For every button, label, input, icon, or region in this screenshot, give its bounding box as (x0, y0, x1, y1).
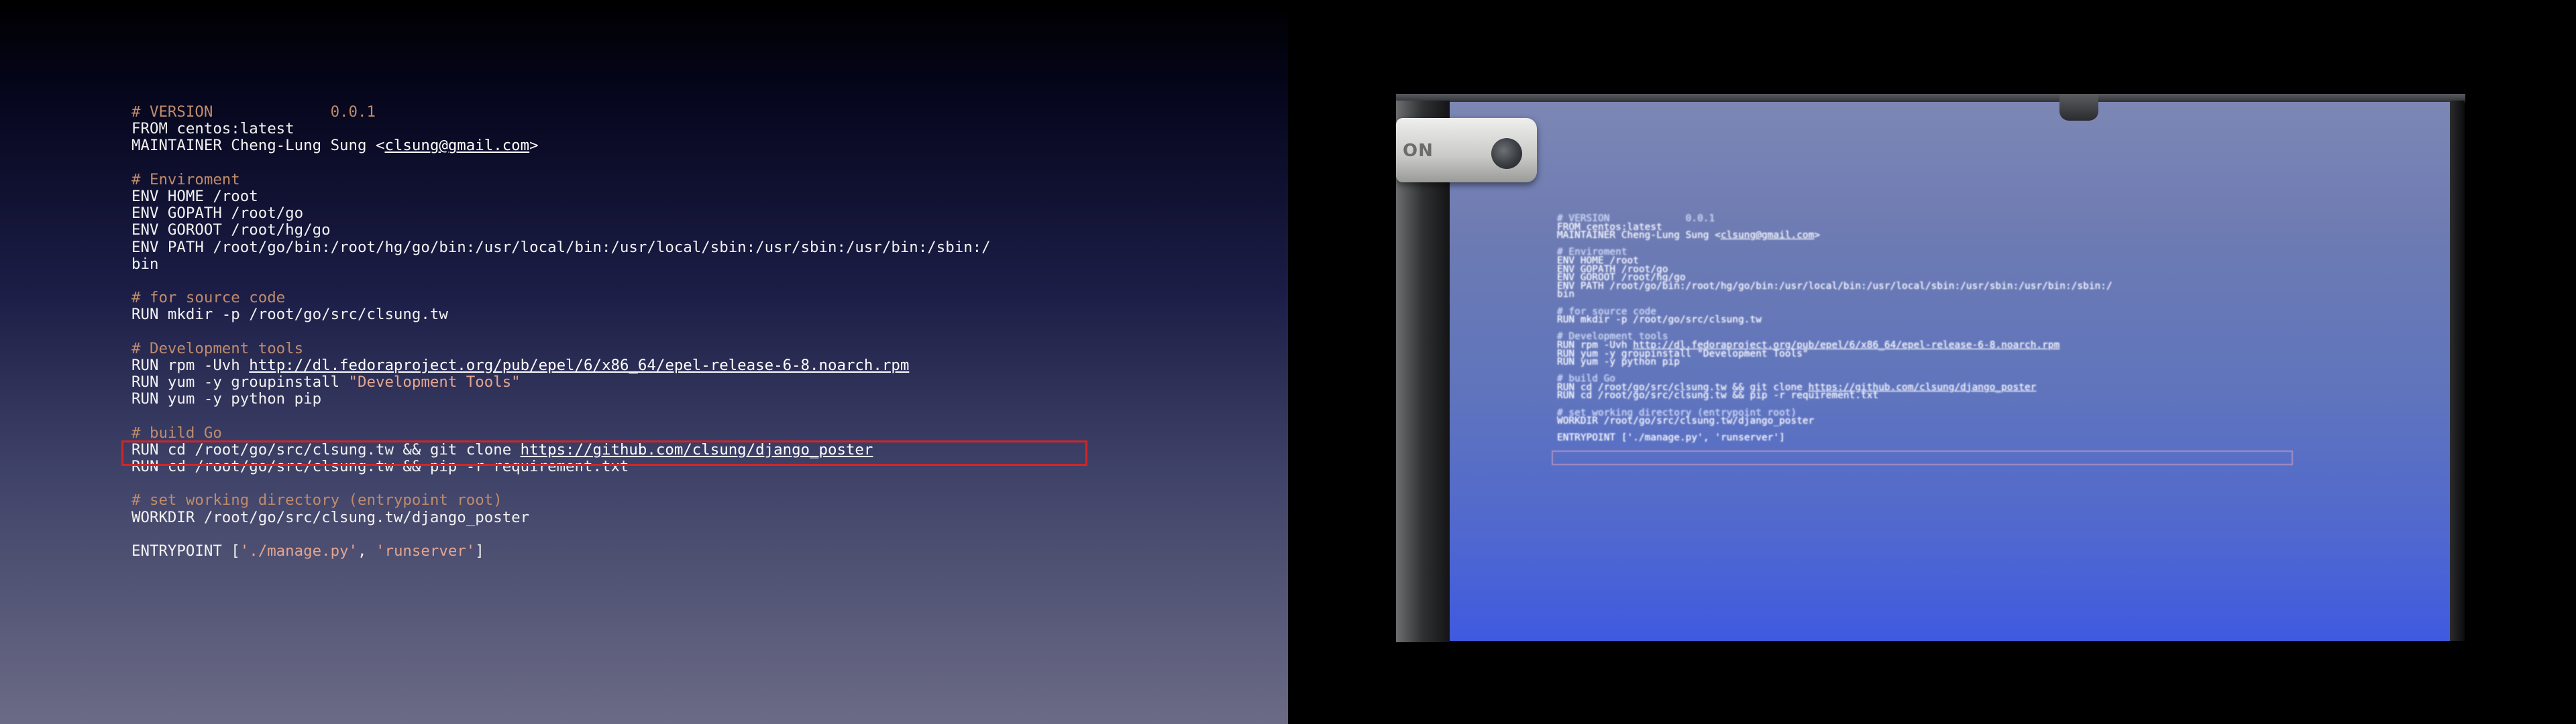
code-text: WORKDIR /root/go/src/clsung.tw/django_po… (1557, 416, 1815, 427)
projector-label: ON (1403, 141, 1434, 161)
code-line: RUN mkdir -p /root/go/src/clsung.tw (1557, 314, 2460, 326)
code-line: RUN cd /root/go/src/clsung.tw && pip -r … (1557, 391, 2460, 400)
code-line: WORKDIR /root/go/src/clsung.tw/django_po… (131, 509, 1272, 526)
screen-right-frame (2450, 101, 2465, 641)
code-text: ENV GOPATH /root/go (131, 204, 304, 223)
code-line: bin (131, 255, 1272, 273)
code-text: > (1814, 230, 1821, 241)
code-line: ENV PATH /root/go/bin:/root/hg/go/bin:/u… (131, 239, 1272, 256)
code-line: ENV PATH /root/go/bin:/root/hg/go/bin:/u… (1557, 282, 2460, 291)
code-line: RUN rpm -Uvh http://dl.fedoraproject.org… (131, 357, 1272, 374)
code-line: MAINTAINER Cheng-Lung Sung <clsung@gmail… (1557, 231, 2460, 240)
code-text: ENV HOME /root (131, 187, 258, 205)
string-literal: "Development Tools" (1697, 348, 1809, 359)
code-line: FROM centos:latest (131, 121, 1272, 137)
string-literal: "Development Tools" (348, 373, 521, 391)
code-text: MAINTAINER Cheng-Lung Sung < (1557, 230, 1721, 241)
projected-code-block: # VERSION 0.0.1 FROM centos:latest MAINTAI… (1557, 214, 2460, 444)
code-link: clsung@gmail.com (384, 137, 530, 155)
string-literal: './manage.py' (239, 542, 358, 560)
code-line: bin (1557, 290, 2460, 299)
code-text: WORKDIR /root/go/src/clsung.tw/django_po… (131, 508, 530, 526)
code-text: ] (475, 542, 484, 560)
code-text: RUN cd /root/go/src/clsung.tw && pip -r … (1557, 390, 1879, 402)
code-text: RUN rpm -Uvh (131, 356, 250, 374)
comment-line: # Development tools (131, 339, 1272, 357)
code-text: RUN mkdir -p /root/go/src/clsung.tw (1557, 314, 1762, 326)
code-text: RUN mkdir -p /root/go/src/clsung.tw (131, 306, 448, 324)
comment-line: # Enviroment (1557, 247, 2460, 257)
code-line: MAINTAINER Cheng-Lung Sung <clsung@gmail… (131, 137, 1272, 154)
projector-lens-icon (1491, 138, 1522, 169)
code-text: bin (131, 255, 159, 273)
code-text: FROM centos:latest (131, 120, 294, 138)
code-text: MAINTAINER Cheng-Lung Sung < (131, 137, 385, 155)
code-text: RUN yum -y python pip (1557, 357, 1680, 368)
comment-line: # for source code (131, 289, 1272, 307)
comment-text: # build Go (131, 424, 222, 442)
comment-text: # VERSION 0.0.1 (131, 103, 376, 121)
comment-line: # Enviroment (131, 170, 1272, 188)
code-line: RUN yum -y groupinstall "Development Too… (131, 373, 1272, 391)
code-text: ENV GOROOT /root/hg/go (131, 221, 331, 239)
string-literal: './manage.py' (1627, 432, 1703, 444)
code-line: ENV GOPATH /root/go (1557, 264, 2460, 274)
comment-text: # Enviroment (131, 170, 240, 188)
code-line: ENV HOME /root (1557, 256, 2460, 265)
code-line: RUN mkdir -p /root/go/src/clsung.tw (131, 306, 1272, 323)
code-line: ENV GOPATH /root/go (131, 205, 1272, 222)
string-literal: 'runserver' (1715, 432, 1780, 444)
code-link: http://dl.fedoraproject.org/pub/epel/6/x… (249, 356, 910, 374)
projector-device: ON (1396, 118, 1537, 182)
projection-screen: # VERSION 0.0.1 FROM centos:latest MAINTAI… (1450, 102, 2461, 641)
code-text: ENTRYPOINT [ (131, 542, 240, 560)
code-text: ENTRYPOINT [ (1557, 432, 1627, 444)
code-line: ENV HOME /root (131, 188, 1272, 205)
code-line: RUN yum -y python pip (131, 391, 1272, 408)
code-text: RUN yum -y groupinstall (131, 373, 349, 391)
code-text: ENV PATH /root/go/bin:/root/hg/go/bin:/u… (131, 238, 991, 256)
code-text: > (529, 137, 539, 155)
code-link: clsung@gmail.com (1720, 230, 1815, 241)
code-text: bin (1557, 289, 1575, 300)
code-line: ENTRYPOINT ['./manage.py', 'runserver'] (1557, 432, 2460, 444)
comment-text: # set working directory (entrypoint root… (131, 491, 502, 509)
code-line: WORKDIR /root/go/src/clsung.tw/django_po… (1557, 416, 2460, 427)
slide-panel: # VERSION 0.0.1 FROM centos:latest MAINTAI… (0, 0, 1288, 724)
code-line: RUN yum -y groupinstall "Development Too… (1557, 348, 2460, 359)
comment-text: # for source code (131, 289, 286, 307)
projected-highlight-box (1552, 450, 2293, 465)
comment-line: # VERSION 0.0.1 (131, 103, 1272, 121)
string-literal: 'runserver' (375, 542, 476, 560)
comment-line: # VERSION 0.0.1 (1557, 214, 2460, 223)
comment-line: # set working directory (entrypoint root… (131, 492, 1272, 509)
code-text: , (358, 542, 376, 560)
highlight-box (121, 440, 1087, 466)
code-line: ENTRYPOINT ['./manage.py', 'runserver'] (131, 542, 1272, 560)
code-text: RUN yum -y python pip (131, 390, 322, 408)
code-text: ] (1779, 432, 1785, 444)
code-line: ENV GOROOT /root/hg/go (131, 222, 1272, 239)
dockerfile-code-block: # VERSION 0.0.1 FROM centos:latest MAINTAI… (131, 103, 1272, 560)
code-text: ENV PATH /root/go/bin:/root/hg/go/bin:/u… (1557, 280, 2112, 292)
composite-image: # VERSION 0.0.1 FROM centos:latest MAINTAI… (0, 0, 2576, 724)
code-text: , (1703, 432, 1715, 444)
comment-line: # build Go (131, 424, 1272, 442)
comment-text: # Development tools (131, 339, 304, 357)
ceiling-mount (2059, 94, 2098, 121)
